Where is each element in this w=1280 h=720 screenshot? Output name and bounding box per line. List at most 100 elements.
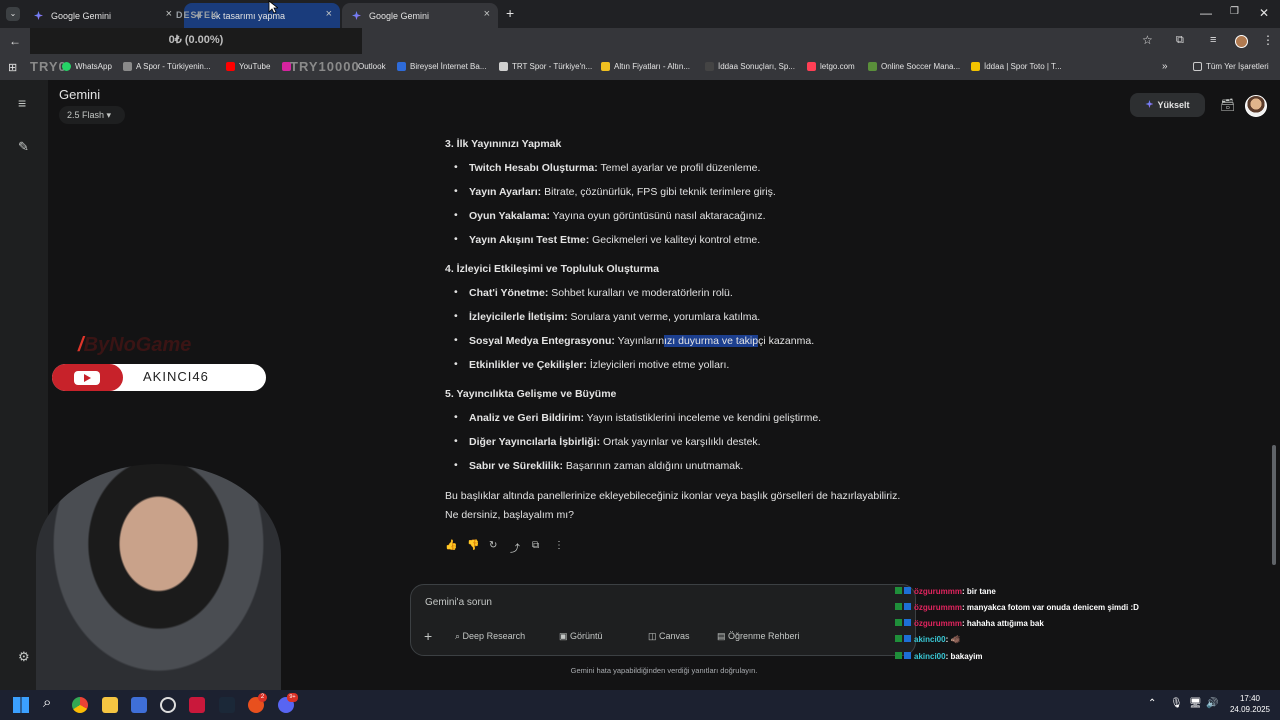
- voice-changer-icon[interactable]: [189, 697, 205, 713]
- tab-label: Google Gemini: [51, 10, 112, 21]
- mod-badge-icon: [895, 635, 902, 642]
- hamburger-menu-icon[interactable]: ≡: [18, 95, 26, 111]
- menu-dots-icon[interactable]: ⋮: [1262, 33, 1274, 47]
- microphone-icon[interactable]: 🎙: [1170, 698, 1183, 709]
- bookmark-trtspor[interactable]: TRT Spor - Türkiye'n...: [499, 62, 592, 71]
- tab-search-icon[interactable]: ⌄: [6, 7, 20, 21]
- image-icon: ▣: [559, 631, 571, 641]
- close-icon[interactable]: ×: [166, 8, 172, 20]
- canvas-button[interactable]: ◫ Canvas: [648, 631, 690, 642]
- section-heading: 5. Yayıncılıkta Gelişme ve Büyüme: [445, 388, 617, 400]
- star-icon[interactable]: ☆: [1142, 33, 1153, 47]
- chat-message: özgurummm: hahaha attığıma bak: [895, 619, 1044, 628]
- whatsapp-icon: [62, 62, 71, 71]
- mouse-cursor-icon: [268, 0, 278, 14]
- youtube-channel-name: AKINCI46: [143, 369, 209, 384]
- tab-google-gemini-active[interactable]: Google Gemini ×: [342, 3, 498, 28]
- thumbs-up-icon[interactable]: 👍: [445, 540, 457, 551]
- restore-icon[interactable]: ❐: [1230, 6, 1239, 17]
- add-plus-icon[interactable]: +: [424, 628, 432, 644]
- bookmark-youtube[interactable]: YouTube: [226, 62, 270, 71]
- bookmark-osm[interactable]: Online Soccer Mana...: [868, 62, 960, 71]
- mod-badge-icon: [895, 619, 902, 626]
- settings-gear-icon[interactable]: ⚙: [18, 649, 30, 665]
- archive-icon[interactable]: 🗃: [1220, 98, 1235, 112]
- bookmarks-bar: ⊞ TRY0 WhatsApp A Spor - Türkiyenin... Y…: [0, 56, 1280, 80]
- chrome-icon[interactable]: [72, 697, 88, 713]
- canvas-icon: ◫: [648, 631, 660, 641]
- profile-avatar[interactable]: [1235, 35, 1248, 48]
- browser-tab-strip: ⌄ Google Gemini × ek tasarımı yapma × DE…: [0, 0, 1280, 28]
- closing-paragraph: Bu başlıklar altında panellerinize ekley…: [445, 490, 901, 502]
- learning-guide-button[interactable]: ▤ Öğrenme Rehberi: [717, 631, 800, 642]
- bookmark-bireysel[interactable]: Bireysel İnternet Ba...: [397, 62, 486, 71]
- webcam-feed: [36, 464, 281, 692]
- chevron-right-icon[interactable]: »: [1162, 61, 1168, 72]
- chevron-down-icon: ▾: [106, 110, 112, 120]
- spor-toto-icon: [971, 62, 980, 71]
- upgrade-button[interactable]: Yükselt: [1130, 93, 1205, 117]
- bynogame-logo: /ByNoGame: [78, 334, 192, 356]
- sub-badge-icon: [904, 603, 911, 610]
- steam-icon[interactable]: [219, 697, 235, 713]
- chat-message: akinci00: 🐗: [895, 635, 960, 644]
- goruntu-button[interactable]: ▣ Görüntü: [559, 631, 603, 642]
- bookmark-letgo[interactable]: letgo.com: [807, 62, 855, 71]
- bookmark-iddaa-sonuclari[interactable]: İddaa Sonuçları, Sp...: [705, 62, 795, 71]
- back-arrow-icon[interactable]: ←: [9, 34, 21, 48]
- volume-icon[interactable]: 🔊: [1206, 698, 1218, 709]
- sub-badge-icon: [904, 587, 911, 594]
- watermark-right: TRY10000: [290, 59, 360, 74]
- media-icon[interactable]: ≡: [1210, 34, 1216, 46]
- prompt-input-box[interactable]: [410, 584, 916, 656]
- minimize-icon[interactable]: —: [1200, 6, 1212, 20]
- obs-icon[interactable]: [160, 697, 176, 713]
- bookmark-whatsapp[interactable]: WhatsApp: [62, 62, 112, 71]
- all-bookmarks[interactable]: Tüm Yer İşaretleri: [1193, 62, 1269, 71]
- copy-icon[interactable]: ⧉: [532, 540, 539, 551]
- user-avatar[interactable]: [1245, 95, 1267, 117]
- chat-message: akinci00: bakayim: [895, 652, 982, 661]
- bookmark-aspor[interactable]: A Spor - Türkiyenin...: [123, 62, 211, 71]
- bookmark-altin[interactable]: Altın Fiyatları - Altın...: [601, 62, 690, 71]
- store-icon[interactable]: [131, 697, 147, 713]
- donation-money-overlay: 0₺ (0.00%): [30, 28, 362, 54]
- chevron-up-icon[interactable]: ⌃: [1148, 698, 1156, 709]
- letgo-icon: [807, 62, 816, 71]
- mod-badge-icon: [895, 587, 902, 594]
- prompt-input[interactable]: Gemini'a sorun: [425, 597, 492, 608]
- network-icon[interactable]: 🖥: [1189, 698, 1202, 709]
- bookmark-outlook[interactable]: Outlook: [358, 62, 386, 71]
- new-chat-icon[interactable]: ✎: [18, 139, 29, 155]
- search-icon[interactable]: ⌕: [43, 694, 51, 711]
- share-icon[interactable]: ⤴: [510, 540, 520, 555]
- more-options-icon[interactable]: ⋮: [554, 540, 564, 551]
- aspor-icon: [123, 62, 132, 71]
- section-heading: 4. İzleyici Etkileşimi ve Topluluk Oluşt…: [445, 263, 659, 275]
- apps-grid-icon[interactable]: ⊞: [8, 61, 17, 74]
- osm-icon: [868, 62, 877, 71]
- mod-badge-icon: [895, 603, 902, 610]
- windows-start-icon[interactable]: [13, 697, 29, 713]
- tab-google-gemini-1[interactable]: Google Gemini ×: [24, 3, 180, 28]
- deep-research-icon: ⌕: [455, 631, 463, 641]
- new-tab-icon[interactable]: +: [506, 5, 514, 21]
- file-explorer-icon[interactable]: [102, 697, 118, 713]
- system-clock[interactable]: 17:40 24.09.2025: [1224, 693, 1276, 715]
- app-title: Gemini: [59, 87, 101, 102]
- close-window-icon[interactable]: ✕: [1259, 6, 1269, 20]
- scrollbar-thumb[interactable]: [1272, 445, 1276, 565]
- deep-research-button[interactable]: ⌕ Deep Research: [455, 631, 525, 642]
- regenerate-icon[interactable]: ↻: [489, 540, 497, 551]
- extensions-icon[interactable]: ⧉: [1176, 34, 1184, 47]
- close-icon[interactable]: ×: [484, 8, 490, 20]
- sub-badge-icon: [904, 652, 911, 659]
- bank-icon: [397, 62, 406, 71]
- chat-message: özgurummm: manyakca fotom var onuda deni…: [895, 603, 1139, 612]
- tab-label: Google Gemini: [369, 10, 430, 21]
- section-heading: 3. İlk Yayınınızı Yapmak: [445, 138, 562, 150]
- model-selector[interactable]: 2.5 Flash ▾: [59, 106, 125, 124]
- bookmark-spor-toto[interactable]: İddaa | Spor Toto | T...: [971, 62, 1062, 71]
- thumbs-down-icon[interactable]: 👎: [467, 540, 479, 551]
- close-icon[interactable]: ×: [326, 8, 332, 20]
